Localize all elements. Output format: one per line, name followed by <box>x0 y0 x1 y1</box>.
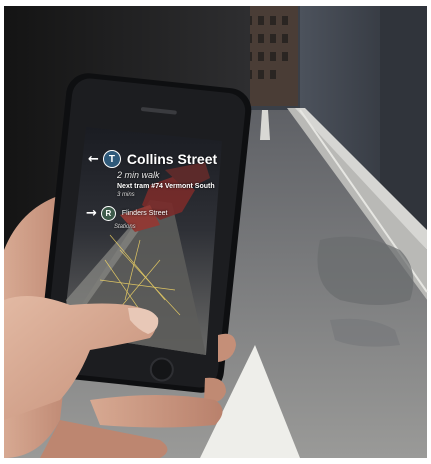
finger-3 <box>90 395 223 428</box>
ar-scene <box>0 0 431 464</box>
street-photo: ← T Collins Street 2 min walk Next tram … <box>0 0 431 464</box>
